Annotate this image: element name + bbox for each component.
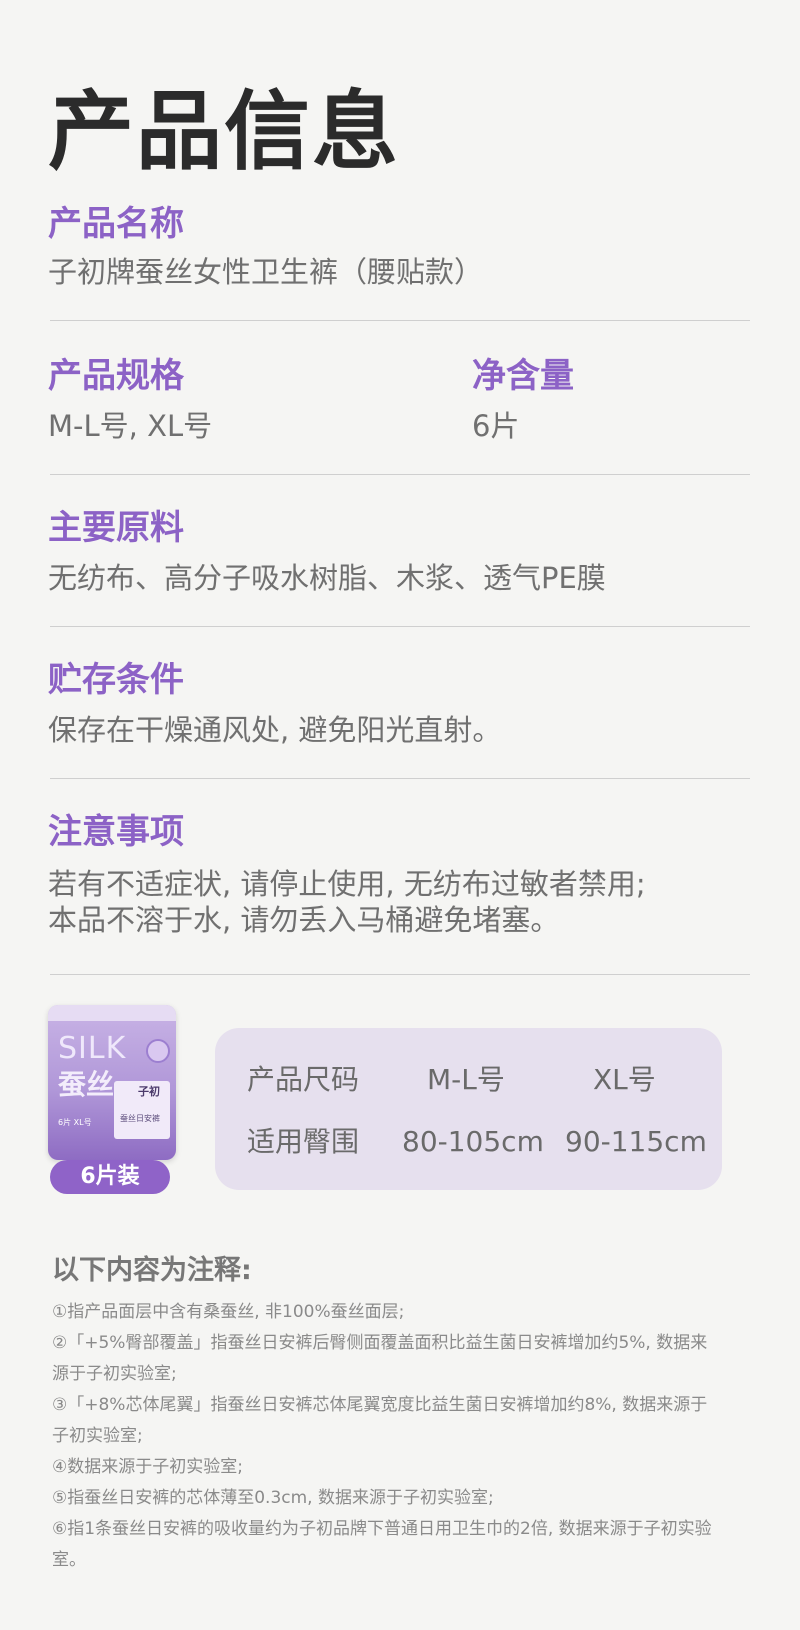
hip-xl-value: 90-115cm: [565, 1125, 707, 1158]
page-title: 产品信息: [48, 82, 400, 182]
size-header-ml: M-L号: [427, 1063, 505, 1096]
material-label: 主要原料: [48, 508, 184, 548]
divider: [50, 320, 750, 321]
divider: [50, 974, 750, 975]
hip-row-label: 适用臀围: [247, 1125, 360, 1158]
divider: [50, 474, 750, 475]
package-badge-icon: [146, 1039, 170, 1063]
storage-value: 保存在干燥通风处, 避免阳光直射。: [48, 713, 502, 747]
notes-title: 以下内容为注释:: [52, 1255, 252, 1286]
caution-label: 注意事项: [48, 812, 184, 852]
package-sub-text: 蚕丝日安裤: [120, 1114, 160, 1123]
divider: [50, 626, 750, 627]
product-name-value: 子初牌蚕丝女性卫生裤（腰贴款）: [48, 255, 484, 289]
net-content-label: 净含量: [472, 356, 574, 396]
caution-line-2: 本品不溶于水, 请勿丢入马桶避免堵塞。: [48, 903, 560, 937]
size-table-card: 产品尺码 M-L号 XL号 适用臀围 80-105cm 90-115cm: [215, 1028, 722, 1190]
divider: [50, 778, 750, 779]
note-item: ③「+8%芯体尾翼」指蚕丝日安裤芯体尾翼宽度比益生菌日安裤增加约8%, 数据来源…: [52, 1395, 708, 1446]
note-item: ②「+5%臀部覆盖」指蚕丝日安裤后臀侧面覆盖面积比益生菌日安裤增加约5%, 数据…: [52, 1333, 708, 1384]
note-item: ④数据来源于子初实验室;: [52, 1457, 243, 1477]
storage-label: 贮存条件: [48, 660, 184, 700]
material-value: 无纺布、高分子吸水树脂、木浆、透气PE膜: [48, 561, 606, 595]
product-name-label: 产品名称: [48, 204, 184, 244]
size-header-label: 产品尺码: [247, 1063, 360, 1096]
package-top-seal: [48, 1005, 176, 1021]
hip-ml-value: 80-105cm: [402, 1125, 544, 1158]
product-spec-value: M-L号, XL号: [48, 409, 213, 443]
net-content-value: 6片: [472, 409, 520, 443]
product-info-page: 产品信息 产品名称 子初牌蚕丝女性卫生裤（腰贴款） 产品规格 M-L号, XL号…: [0, 0, 800, 1630]
note-item: ⑥指1条蚕丝日安裤的吸收量约为子初品牌下普通日用卫生巾的2倍, 数据来源于子初实…: [52, 1519, 712, 1570]
package-logo: 子初: [138, 1085, 160, 1098]
caution-line-1: 若有不适症状, 请停止使用, 无纺布过敏者禁用;: [48, 867, 646, 901]
package-cn-text: 蚕丝: [58, 1068, 115, 1101]
package-silk-text: SILK: [58, 1031, 127, 1066]
product-package-image: SILK 蚕丝 子初 蚕丝日安裤 6片 XL号: [48, 1005, 176, 1160]
size-header-xl: XL号: [593, 1063, 656, 1096]
note-item: ⑤指蚕丝日安裤的芯体薄至0.3cm, 数据来源于子初实验室;: [52, 1488, 494, 1508]
product-spec-label: 产品规格: [48, 356, 184, 396]
note-item: ①指产品面层中含有桑蚕丝, 非100%蚕丝面层;: [52, 1302, 405, 1322]
package-size-text: 6片 XL号: [58, 1118, 92, 1127]
pack-count-badge: 6片装: [50, 1160, 170, 1194]
